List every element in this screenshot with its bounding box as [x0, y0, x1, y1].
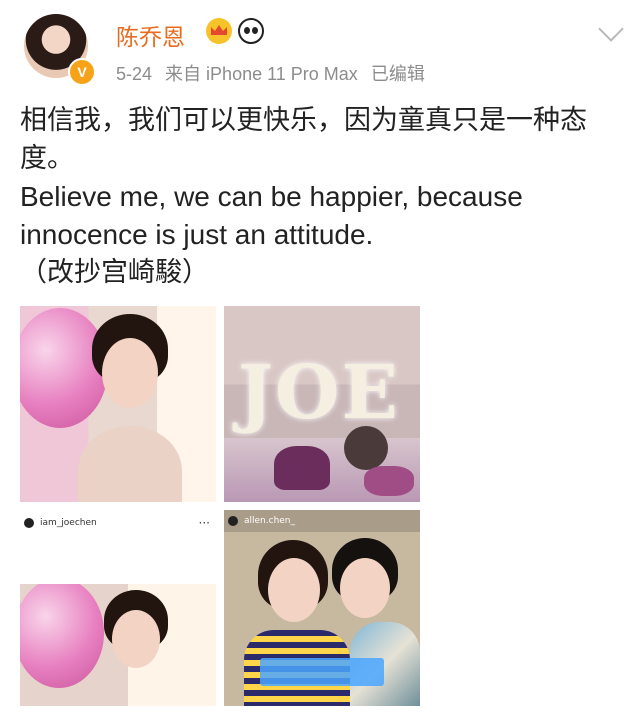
- crown-badge-icon: [206, 18, 232, 44]
- user-badges: [206, 18, 264, 44]
- post-image-2[interactable]: JOE: [224, 306, 420, 502]
- face: [102, 338, 158, 408]
- post-image-1[interactable]: [20, 306, 216, 502]
- joe-sign: JOE: [238, 350, 400, 436]
- panda-badge-icon: [238, 18, 264, 44]
- post-line-1: 相信我，我们可以更快乐，因为童真只是一种态度。: [20, 105, 587, 174]
- post-image-3[interactable]: iam_joechen ···: [20, 510, 216, 706]
- instagram-header-2: allen.chen_: [224, 510, 420, 532]
- post-meta: 5-24 来自 iPhone 11 Pro Max 已编辑: [116, 60, 425, 86]
- instagram-avatar: [24, 518, 34, 528]
- post-image-4[interactable]: allen.chen_: [224, 510, 420, 706]
- instagram-header: iam_joechen: [20, 510, 216, 536]
- post-line-2: Believe me, we can be happier, because i…: [20, 181, 523, 250]
- post-date: 5-24: [116, 64, 153, 84]
- post-line-3: （改抄宫崎駿）: [20, 257, 209, 288]
- instagram-avatar-2: [228, 516, 238, 526]
- chevron-down-icon[interactable]: [598, 16, 624, 42]
- instagram-username: iam_joechen: [40, 518, 97, 528]
- caption-overlay: [260, 658, 384, 686]
- instagram-username-2: allen.chen_: [244, 516, 296, 526]
- post-edited: 已编辑: [370, 64, 425, 84]
- more-options-icon[interactable]: ···: [199, 516, 210, 530]
- post-text: 相信我，我们可以更快乐，因为童真只是一种态度。 Believe me, we c…: [20, 102, 625, 292]
- verified-badge-icon: V: [68, 58, 96, 86]
- user-name[interactable]: 陈乔恩: [116, 18, 185, 52]
- post-source: 来自 iPhone 11 Pro Max: [165, 64, 358, 84]
- instagram-photo: [20, 584, 216, 706]
